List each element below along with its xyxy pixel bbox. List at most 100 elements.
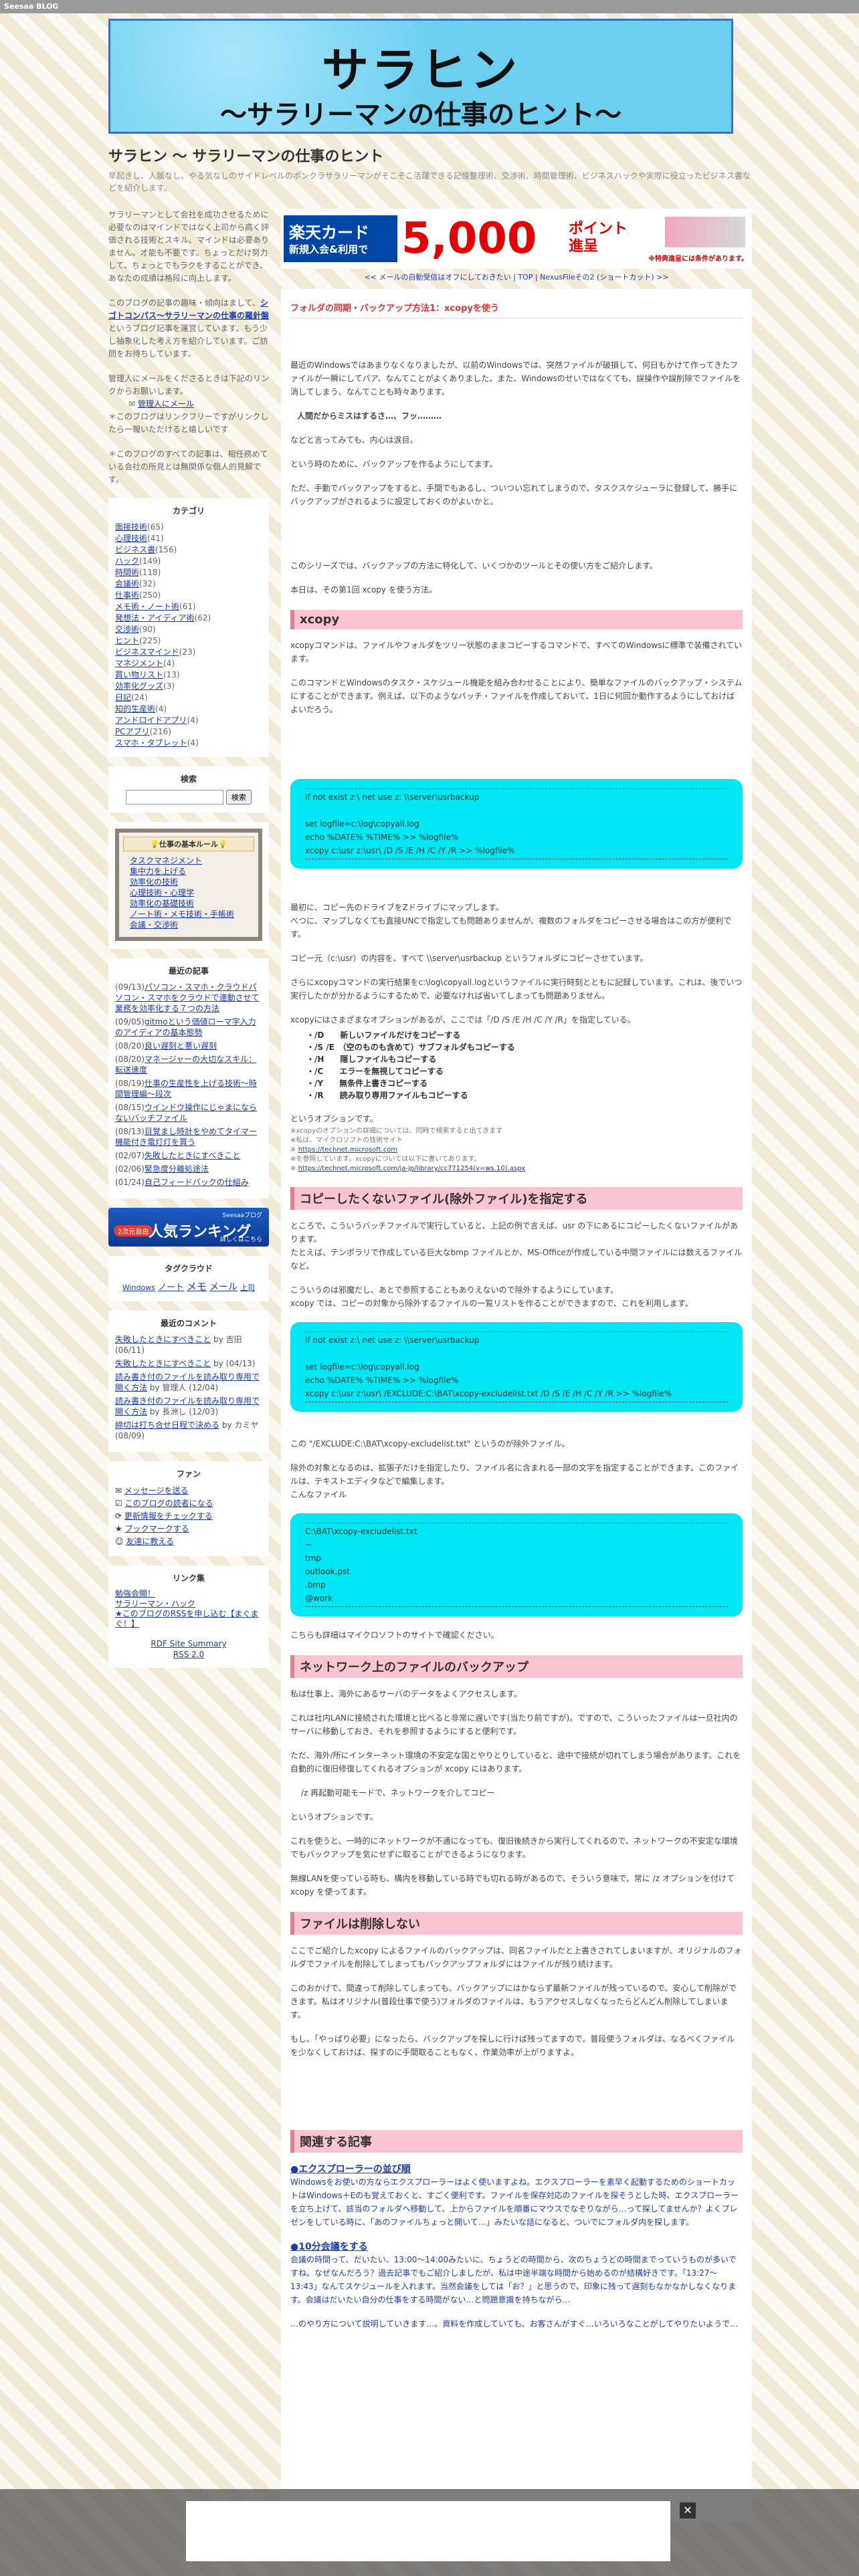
category-link[interactable]: 心理技術 bbox=[115, 534, 147, 543]
tag-link[interactable]: 上司 bbox=[240, 1283, 255, 1292]
option-item: ・/C エラーを無視してコピーする bbox=[306, 1067, 444, 1076]
site-title[interactable]: サラヒン 〜 サラリーマンの仕事のヒント bbox=[108, 144, 383, 166]
article-p6: このシリーズでは、バックアップの方法に特化して、いくつかのツールとその使い方をご… bbox=[290, 561, 658, 570]
article-p29: というオプションです。 bbox=[290, 1812, 378, 1822]
external-link[interactable]: サラリーマン・ハック bbox=[115, 1599, 262, 1609]
external-link[interactable]: 勉強会開！ bbox=[115, 1589, 262, 1599]
rule-link[interactable]: 会議・交渉術 bbox=[123, 920, 254, 930]
category-link[interactable]: メモ術・ノート術 bbox=[115, 602, 179, 611]
ad-brand: 楽天カード bbox=[289, 223, 369, 242]
code-top-border bbox=[305, 1331, 728, 1332]
intro-p3-text: 管理人にメールをくださるときは下記のリンクからお願いします。 bbox=[108, 374, 270, 396]
heading-nodelete-text: ファイルは削除しない bbox=[300, 1917, 420, 1931]
category-link[interactable]: 交渉術 bbox=[115, 625, 139, 634]
category-link[interactable]: PCアプリ bbox=[115, 727, 150, 736]
article-p18: たとえば、テンポラリで作成している巨大なbmp ファイルとか、MS-Office… bbox=[290, 1248, 743, 1271]
recent-link[interactable]: 良い遅刻と悪い遅刻 bbox=[145, 1041, 217, 1051]
code-line: ~ bbox=[305, 1540, 312, 1549]
category-link[interactable]: 買い物リスト bbox=[115, 670, 163, 679]
category-item: ハック(149) bbox=[115, 556, 262, 567]
article-p30: これを使うと、一時的にネットワークが不通になっても、復旧後続きから実行してくれる… bbox=[290, 1836, 738, 1859]
ranking-top: Seesaaブログ bbox=[222, 1212, 262, 1219]
category-link[interactable]: 効率化グッズ bbox=[115, 681, 163, 691]
article-p2: 人間だからミスはするさ…、フッ……… bbox=[297, 411, 442, 421]
rss-link[interactable]: RSS 2.0 bbox=[115, 1649, 262, 1660]
category-count: (65) bbox=[147, 522, 164, 532]
search-input[interactable] bbox=[126, 790, 224, 804]
close-icon[interactable]: ✕ bbox=[680, 2502, 696, 2518]
category-link[interactable]: ビジネスマインド bbox=[115, 647, 179, 657]
recent-date: (02/07) bbox=[115, 1151, 145, 1160]
comment-link[interactable]: 失敗したときにすべきこと bbox=[115, 1359, 211, 1368]
recent-link[interactable]: 緊急度分離処途法 bbox=[145, 1164, 209, 1174]
option-item: ・/Y 無条件上書きコピーする bbox=[306, 1079, 428, 1088]
site-banner[interactable]: サラヒン 〜サラリーマンの仕事のヒント〜 bbox=[108, 19, 733, 134]
bottom-ad-slot[interactable] bbox=[186, 2501, 670, 2561]
tag-link[interactable]: メール bbox=[209, 1282, 237, 1293]
rule-link[interactable]: 心理技術・心理学 bbox=[123, 887, 254, 898]
code-line: outlook.pst bbox=[305, 1567, 351, 1576]
category-link[interactable]: マネジメント bbox=[115, 659, 163, 668]
rakuten-ad[interactable]: 楽天カード 新規入会&利用で 5,000 ポイント進呈 ※特典進呈には条件があり… bbox=[281, 209, 752, 269]
comment-link[interactable]: 失敗したときにすべきこと bbox=[115, 1335, 211, 1344]
rule-link[interactable]: ノート術・メモ技術・手帳術 bbox=[123, 909, 254, 920]
technet-link[interactable]: https://technet.microsoft.com bbox=[298, 1146, 398, 1154]
fan-link[interactable]: 更新情報をチェックする bbox=[124, 1511, 213, 1521]
category-link[interactable]: ハック bbox=[115, 556, 139, 566]
rule-link[interactable]: 効率化の基礎技術 bbox=[123, 898, 254, 909]
heading-exclude-text: コピーしたくないファイル(除外ファイル)を指定する bbox=[300, 1192, 588, 1206]
fan-link[interactable]: このブログの読者になる bbox=[125, 1499, 213, 1508]
related-post-1-title[interactable]: ●エクスプローラーの並び順 bbox=[290, 2162, 743, 2175]
category-link[interactable]: 発想法・アイディア術 bbox=[115, 613, 195, 623]
tag-link[interactable]: ノート bbox=[158, 1283, 184, 1293]
ad-unit: ポイント進呈 bbox=[569, 221, 628, 255]
fan-link[interactable]: メッセージを送る bbox=[124, 1486, 189, 1495]
lightbulb-icon: 💡 bbox=[150, 840, 159, 849]
mail-link[interactable]: 管理人にメール bbox=[138, 399, 194, 409]
category-link[interactable]: 日記 bbox=[115, 693, 131, 702]
fan-link[interactable]: 友達に教える bbox=[126, 1537, 174, 1546]
comment-by: by 長洲し (12/03) bbox=[149, 1407, 219, 1416]
bottom-overlay-ad: ✕ bbox=[0, 2489, 859, 2576]
fan-link[interactable]: ブックマークする bbox=[125, 1524, 189, 1533]
heading-xcopy: xcopy bbox=[290, 610, 743, 629]
category-link[interactable]: 時間術 bbox=[115, 568, 139, 577]
comment-list: 失敗したときにすべきこと by 吉田 (06/11) 失敗したときにすべきこと b… bbox=[115, 1334, 262, 1441]
related-post-2-title[interactable]: ●10分会議をする bbox=[290, 2240, 743, 2253]
category-link[interactable]: 知的生産術 bbox=[115, 704, 155, 714]
option-item: ・/R 読み取り専用ファイルもコピーする bbox=[306, 1091, 468, 1100]
bookmark-icon: ★ bbox=[115, 1524, 125, 1533]
category-link[interactable]: スマホ・タブレット bbox=[115, 738, 187, 748]
category-link[interactable]: ヒント bbox=[115, 636, 139, 645]
friend-icon: ☺ bbox=[115, 1537, 126, 1546]
comment-link[interactable]: 締切は打ち合せ日程で決める bbox=[115, 1420, 219, 1430]
rule-link[interactable]: 効率化の技術 bbox=[123, 877, 254, 887]
site-description: 早起きし、人脈なし、やる気なしのサイドレベルのポンクラサラリーマンがそこそこ活躍… bbox=[108, 171, 751, 193]
code-line: tmp bbox=[305, 1553, 322, 1563]
category-link[interactable]: アンドロイドアプリ bbox=[115, 716, 187, 725]
ranking-banner[interactable]: Seesaaブログ 2次元自由 人気ランキング 詳しくはこちら bbox=[108, 1208, 269, 1247]
seesaa-brand[interactable]: Seesaa BLOG bbox=[0, 2, 58, 11]
category-item: 買い物リスト(13) bbox=[115, 669, 262, 681]
category-link[interactable]: ビジネス書 bbox=[115, 545, 155, 554]
xcopy-doc-link[interactable]: https://technet.microsoft.com/ja-jp/libr… bbox=[298, 1165, 526, 1172]
article-title[interactable]: フォルダの同期・バックアップ方法1：xcopyを使う bbox=[290, 301, 743, 318]
related-posts: ●エクスプローラーの並び順 Windowsをお使いの方ならエクスプローラーはよく… bbox=[290, 2162, 743, 2331]
external-link[interactable]: ★このブログのRSSを申し込む【まぐまぐ！】 bbox=[115, 1609, 262, 1629]
category-link[interactable]: 仕事術 bbox=[115, 591, 139, 600]
recent-link[interactable]: 失敗したときにすべきこと bbox=[145, 1151, 240, 1160]
category-link[interactable]: 面接技術 bbox=[115, 522, 147, 532]
post-navigation[interactable]: << メールの自動受信はオフにしておきたい | TOP | NexusFileそ… bbox=[281, 272, 752, 282]
tag-link[interactable]: メモ bbox=[187, 1281, 207, 1293]
rule-link[interactable]: 集中力を上げる bbox=[123, 866, 254, 877]
article-p3: などと言ってみても、内心は涙目。 bbox=[290, 435, 418, 445]
rss-link[interactable]: RDF Site Summary bbox=[115, 1638, 262, 1649]
category-link[interactable]: 会議術 bbox=[115, 579, 139, 588]
tag-link[interactable]: Windows bbox=[122, 1283, 155, 1292]
footnote-1: ※xcopyのオプションの詳細については、同時で検索すると出てきます bbox=[290, 1128, 503, 1135]
search-button[interactable]: 検索 bbox=[225, 790, 252, 804]
article-p12: コピー元（c:\usr）の内容を、すべて \\server\usrbackup … bbox=[290, 954, 648, 963]
recent-link[interactable]: 自己フィードバックの仕組み bbox=[145, 1178, 249, 1187]
tag-cloud-box: タグクラウド Windows ノート メモ メール 上司 bbox=[108, 1256, 269, 1301]
rule-link[interactable]: タスクマネジメント bbox=[123, 855, 254, 866]
